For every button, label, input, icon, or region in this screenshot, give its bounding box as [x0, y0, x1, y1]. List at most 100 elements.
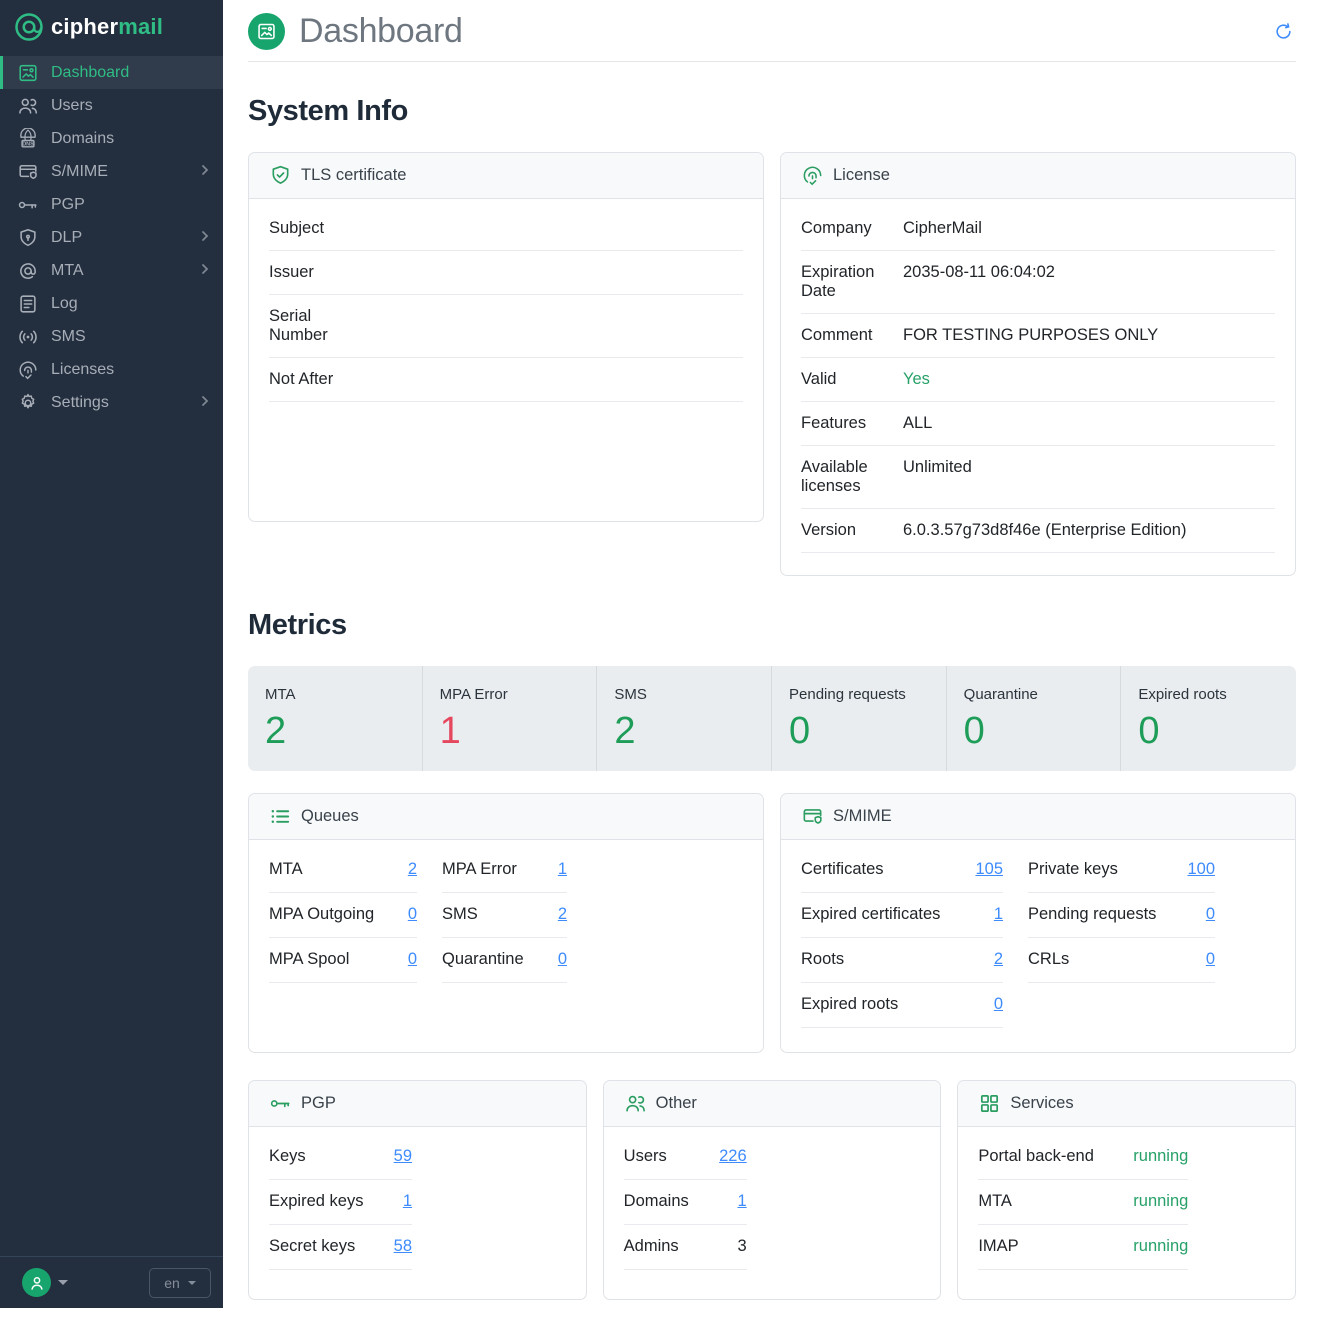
queues-quarantine-link[interactable]: 0	[558, 950, 567, 969]
other-card-body: Users 226 Domains 1 Admins 3	[604, 1127, 941, 1299]
queues-sms-row: SMS 2	[442, 893, 567, 938]
metric-value: 0	[1138, 711, 1279, 753]
sidebar-item-licenses[interactable]: Licenses	[0, 353, 223, 386]
refresh-button[interactable]	[1270, 19, 1296, 45]
smime-certificates-row: Certificates 105	[801, 848, 1003, 893]
other-admins-value: 3	[737, 1237, 746, 1256]
other-card-header: Other	[604, 1081, 941, 1127]
metric-value: 1	[440, 711, 580, 753]
sidebar: ciphermail Dashboard Users	[0, 0, 223, 1308]
tls-row-not-after: Not After	[269, 358, 743, 402]
dashboard-icon	[17, 62, 39, 84]
sidebar-item-settings[interactable]: Settings	[0, 386, 223, 419]
metric-tile-mta: MTA 2	[248, 666, 423, 771]
pgp-expired-keys-row: Expired keys 1	[269, 1180, 412, 1225]
other-users-link[interactable]: 226	[719, 1147, 747, 1166]
sms-icon	[17, 326, 39, 348]
smime-expired-certificates-row: Expired certificates 1	[801, 893, 1003, 938]
metric-value: 0	[964, 711, 1104, 753]
queues-mpa-spool-row: MPA Spool 0	[269, 938, 417, 983]
sidebar-item-users[interactable]: Users	[0, 89, 223, 122]
smime-certificates-link[interactable]: 105	[975, 860, 1003, 879]
sidebar-item-label: Settings	[51, 394, 109, 412]
license-icon	[801, 164, 824, 187]
sidebar-item-dlp[interactable]: DLP	[0, 221, 223, 254]
users-icon	[17, 95, 39, 117]
service-mta-status: running	[1133, 1192, 1188, 1211]
smime-card-header: S/MIME	[781, 794, 1295, 840]
sidebar-footer: en	[0, 1256, 223, 1308]
card-title: Queues	[301, 807, 359, 826]
sidebar-item-sms[interactable]: SMS	[0, 320, 223, 353]
chevron-right-icon	[199, 163, 211, 181]
sidebar-item-dashboard[interactable]: Dashboard	[0, 56, 223, 89]
smime-icon	[17, 161, 39, 183]
service-portal-backend-row: Portal back-end running	[978, 1135, 1188, 1180]
pgp-secret-keys-link[interactable]: 58	[394, 1237, 412, 1256]
service-imap-status: running	[1133, 1237, 1188, 1256]
queues-card: Queues MTA 2 MPA Outgoing 0 MPA	[248, 793, 764, 1053]
license-card: License Company CipherMail Expiration Da…	[780, 152, 1296, 576]
sidebar-item-domains[interactable]: DNS Domains	[0, 122, 223, 155]
metric-tile-mpa-error: MPA Error 1	[423, 666, 598, 771]
services-card-header: Services	[958, 1081, 1295, 1127]
smime-crls-link[interactable]: 0	[1206, 950, 1215, 969]
metric-value: 0	[789, 711, 929, 753]
card-title: License	[833, 166, 890, 185]
brand-name: ciphermail	[51, 14, 163, 40]
smime-roots-row: Roots 2	[801, 938, 1003, 983]
metric-tile-expired-roots: Expired roots 0	[1121, 666, 1296, 771]
sidebar-nav: Dashboard Users DNS Domains	[0, 56, 223, 419]
page-header: Dashboard	[248, 0, 1296, 62]
smime-card: S/MIME Certificates 105 Expired certific…	[780, 793, 1296, 1053]
smime-roots-link[interactable]: 2	[994, 950, 1003, 969]
sidebar-item-log[interactable]: Log	[0, 287, 223, 320]
sidebar-item-pgp[interactable]: PGP	[0, 188, 223, 221]
sidebar-item-smime[interactable]: S/MIME	[0, 155, 223, 188]
sidebar-item-label: DLP	[51, 229, 82, 247]
queues-mpa-outgoing-row: MPA Outgoing 0	[269, 893, 417, 938]
pgp-keys-link[interactable]: 59	[394, 1147, 412, 1166]
main-content: Dashboard System Info TLS certificate Su…	[223, 0, 1339, 1340]
smime-expired-certificates-link[interactable]: 1	[994, 905, 1003, 924]
sidebar-item-label: PGP	[51, 196, 85, 214]
language-value: en	[164, 1275, 180, 1291]
dashboard-page-icon	[248, 13, 285, 50]
pgp-icon	[17, 194, 39, 216]
pgp-icon	[269, 1092, 292, 1115]
system-info-grid: TLS certificate Subject Issuer Serial Nu…	[248, 152, 1296, 576]
brand-logo: ciphermail	[0, 0, 223, 52]
queues-sms-link[interactable]: 2	[558, 905, 567, 924]
smime-pending-requests-link[interactable]: 0	[1206, 905, 1215, 924]
smime-private-keys-link[interactable]: 100	[1187, 860, 1215, 879]
licenses-icon	[17, 359, 39, 381]
queues-mpa-error-link[interactable]: 1	[558, 860, 567, 879]
caret-down-icon[interactable]	[58, 1280, 68, 1285]
metric-tiles: MTA 2 MPA Error 1 SMS 2 Pending requests…	[248, 666, 1296, 771]
pgp-expired-keys-link[interactable]: 1	[403, 1192, 412, 1211]
grid-icon	[978, 1092, 1001, 1115]
tls-certificate-card-body: Subject Issuer Serial Number Not After	[249, 199, 763, 521]
license-card-body: Company CipherMail Expiration Date 2035-…	[781, 199, 1295, 575]
license-row-available-licenses: Available licenses Unlimited	[801, 446, 1275, 509]
service-mta-row: MTA running	[978, 1180, 1188, 1225]
domains-icon: DNS	[17, 128, 39, 150]
other-domains-link[interactable]: 1	[737, 1192, 746, 1211]
chevron-right-icon	[199, 229, 211, 247]
service-portal-backend-status: running	[1133, 1147, 1188, 1166]
services-card-body: Portal back-end running MTA running IMAP…	[958, 1127, 1295, 1299]
queues-mpa-spool-link[interactable]: 0	[408, 950, 417, 969]
sidebar-item-label: Licenses	[51, 361, 114, 379]
queues-mta-link[interactable]: 2	[408, 860, 417, 879]
other-card: Other Users 226 Domains 1 Admins 3	[603, 1080, 942, 1300]
smime-expired-roots-link[interactable]: 0	[994, 995, 1003, 1014]
section-title-system-info: System Info	[248, 95, 1296, 128]
sidebar-item-mta[interactable]: MTA	[0, 254, 223, 287]
user-menu-button[interactable]	[22, 1268, 51, 1297]
queues-mpa-outgoing-link[interactable]: 0	[408, 905, 417, 924]
smime-card-body: Certificates 105 Expired certificates 1 …	[781, 840, 1295, 1052]
language-select[interactable]: en	[149, 1268, 211, 1298]
users-icon	[624, 1092, 647, 1115]
card-title: S/MIME	[833, 807, 892, 826]
sidebar-item-label: S/MIME	[51, 163, 108, 181]
